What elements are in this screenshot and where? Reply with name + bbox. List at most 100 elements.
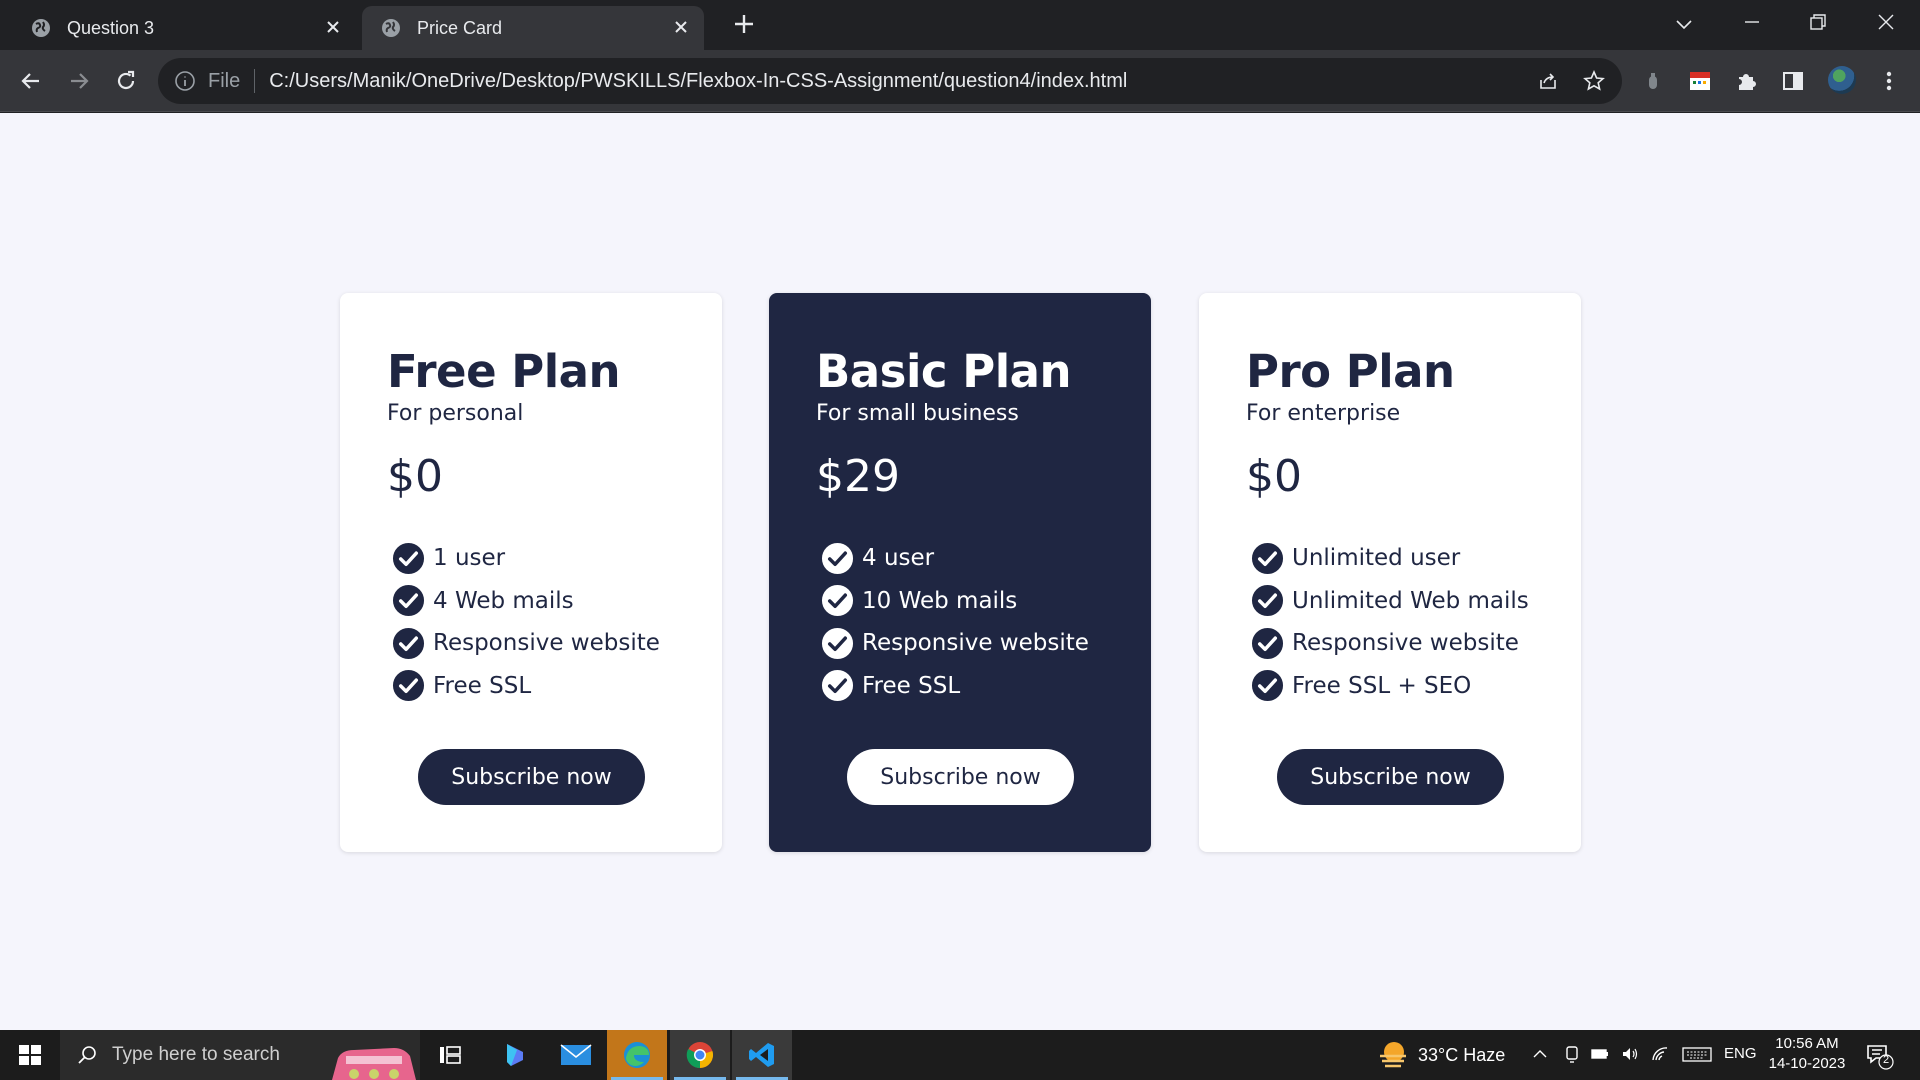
feature-label: 4 user <box>862 545 935 572</box>
info-icon[interactable] <box>174 70 196 92</box>
feature-item: Free SSL <box>392 665 660 708</box>
taskbar-chrome[interactable] <box>670 1030 730 1080</box>
clock-time: 10:56 AM <box>1775 1035 1839 1052</box>
feature-item: 4 user <box>821 537 1089 580</box>
edge-icon <box>624 1042 650 1068</box>
globe-icon <box>32 19 50 37</box>
side-panel-icon[interactable] <box>1780 68 1806 94</box>
calendar-extension-icon[interactable] <box>1687 68 1713 94</box>
copilot-icon <box>507 1044 523 1066</box>
taskbar-mail[interactable] <box>546 1030 606 1080</box>
url-text[interactable]: C:/Users/Manik/OneDrive/Desktop/PWSKILLS… <box>269 70 1127 93</box>
windows-taskbar: Type here to search 33°C Haze ENG 10:56 … <box>0 1030 1920 1080</box>
feature-label: Responsive website <box>862 630 1089 657</box>
reload-icon[interactable] <box>113 68 139 94</box>
pricing-card-pro: Pro Plan For enterprise $0 Unlimited use… <box>1199 293 1581 852</box>
pricing-card-free: Free Plan For personal $0 1 user 4 Web m… <box>340 293 722 852</box>
check-circle-icon <box>1251 542 1284 574</box>
address-divider <box>254 69 256 93</box>
feature-label: Unlimited Web mails <box>1292 587 1529 614</box>
feature-item: 4 Web mails <box>392 580 660 623</box>
subscribe-button[interactable]: Subscribe now <box>847 749 1074 805</box>
check-circle-icon <box>1251 627 1284 659</box>
feature-label: Responsive website <box>1292 630 1519 657</box>
feature-label: Responsive website <box>433 630 660 657</box>
notification-count: 2 <box>1882 1054 1890 1066</box>
clock-date: 14-10-2023 <box>1768 1055 1846 1072</box>
page-viewport: Free Plan For personal $0 1 user 4 Web m… <box>0 113 1920 1030</box>
forward-arrow-icon[interactable] <box>66 68 92 94</box>
tab-search-chevron-icon[interactable] <box>1674 14 1694 34</box>
check-circle-icon <box>392 585 425 617</box>
plan-name: Pro Plan <box>1246 345 1455 398</box>
plan-subtitle: For small business <box>816 401 1019 426</box>
feature-label: Free SSL <box>433 672 532 699</box>
restore-icon[interactable] <box>1806 10 1830 34</box>
extensions-puzzle-icon[interactable] <box>1734 68 1760 94</box>
taskbar-task-view[interactable] <box>420 1030 480 1080</box>
tab-title: Question 3 <box>67 17 155 38</box>
address-bar[interactable]: File C:/Users/Manik/OneDrive/Desktop/PWS… <box>158 58 1622 104</box>
close-tab-icon[interactable] <box>672 18 690 36</box>
weather-text: 33°C Haze <box>1418 1044 1506 1065</box>
plan-price: $29 <box>816 451 900 502</box>
feature-item: Unlimited Web mails <box>1251 580 1529 623</box>
close-window-icon[interactable] <box>1874 10 1898 34</box>
profile-avatar[interactable] <box>1828 66 1856 94</box>
show-hidden-icons-chevron-icon[interactable] <box>1530 1044 1550 1064</box>
check-circle-icon <box>1251 585 1284 617</box>
wifi-icon[interactable] <box>1650 1044 1670 1064</box>
menu-kebab-icon[interactable] <box>1876 68 1902 94</box>
tab-question-3[interactable]: Question 3 <box>0 6 356 50</box>
feature-list: 1 user 4 Web mails Responsive website Fr… <box>392 537 660 707</box>
tab-price-card[interactable]: Price Card <box>362 6 704 50</box>
back-arrow-icon[interactable] <box>18 68 44 94</box>
feature-item: Responsive website <box>392 622 660 665</box>
task-view-icon <box>440 1046 461 1064</box>
battery-icon[interactable] <box>1590 1044 1610 1064</box>
subscribe-button[interactable]: Subscribe now <box>1277 749 1504 805</box>
plan-price: $0 <box>1246 451 1302 502</box>
feature-item: Free SSL + SEO <box>1251 665 1529 708</box>
feature-label: 10 Web mails <box>862 587 1018 614</box>
taskbar-edge[interactable] <box>607 1030 667 1080</box>
vscode-icon <box>749 1043 774 1067</box>
keyboard-icon[interactable] <box>1682 1044 1712 1064</box>
check-circle-icon <box>821 670 854 702</box>
feature-list: Unlimited user Unlimited Web mails Respo… <box>1251 537 1529 707</box>
system-clock[interactable]: 10:56 AM 14-10-2023 <box>1762 1034 1852 1074</box>
extension-lamp-icon[interactable] <box>1640 68 1666 94</box>
bookmark-star-icon[interactable] <box>1582 69 1606 93</box>
check-circle-icon <box>392 542 425 574</box>
taskbar-vscode[interactable] <box>732 1030 792 1080</box>
device-icon[interactable] <box>1562 1044 1582 1064</box>
subscribe-button[interactable]: Subscribe now <box>418 749 645 805</box>
plan-subtitle: For enterprise <box>1246 401 1401 426</box>
check-circle-icon <box>392 670 425 702</box>
weather-widget[interactable]: 33°C Haze <box>1376 1030 1505 1080</box>
plan-price: $0 <box>387 451 443 502</box>
feature-item: Responsive website <box>1251 622 1529 665</box>
check-circle-icon <box>1251 670 1284 702</box>
taskbar-search-box[interactable]: Type here to search <box>60 1030 420 1080</box>
search-highlight-train-icon <box>332 1048 416 1080</box>
close-tab-icon[interactable] <box>324 18 342 36</box>
browser-toolbar: File C:/Users/Manik/OneDrive/Desktop/PWS… <box>0 50 1920 112</box>
feature-label: 4 Web mails <box>433 587 574 614</box>
notification-center[interactable]: 2 <box>1864 1040 1894 1070</box>
search-placeholder: Type here to search <box>112 1044 280 1065</box>
mail-icon <box>560 1044 592 1065</box>
scheme-label: File <box>208 69 241 92</box>
new-tab-icon[interactable] <box>732 12 756 36</box>
feature-list: 4 user 10 Web mails Responsive website F… <box>821 537 1089 707</box>
haze-weather-icon <box>1380 1042 1406 1068</box>
share-icon[interactable] <box>1536 69 1560 93</box>
windows-start-icon[interactable] <box>15 1040 45 1070</box>
tab-title: Price Card <box>417 17 503 38</box>
taskbar-copilot[interactable] <box>484 1030 544 1080</box>
globe-icon <box>382 19 400 37</box>
minimize-icon[interactable] <box>1740 10 1764 34</box>
language-indicator[interactable]: ENG <box>1724 1045 1757 1062</box>
volume-icon[interactable] <box>1620 1044 1640 1064</box>
feature-item: Free SSL <box>821 665 1089 708</box>
